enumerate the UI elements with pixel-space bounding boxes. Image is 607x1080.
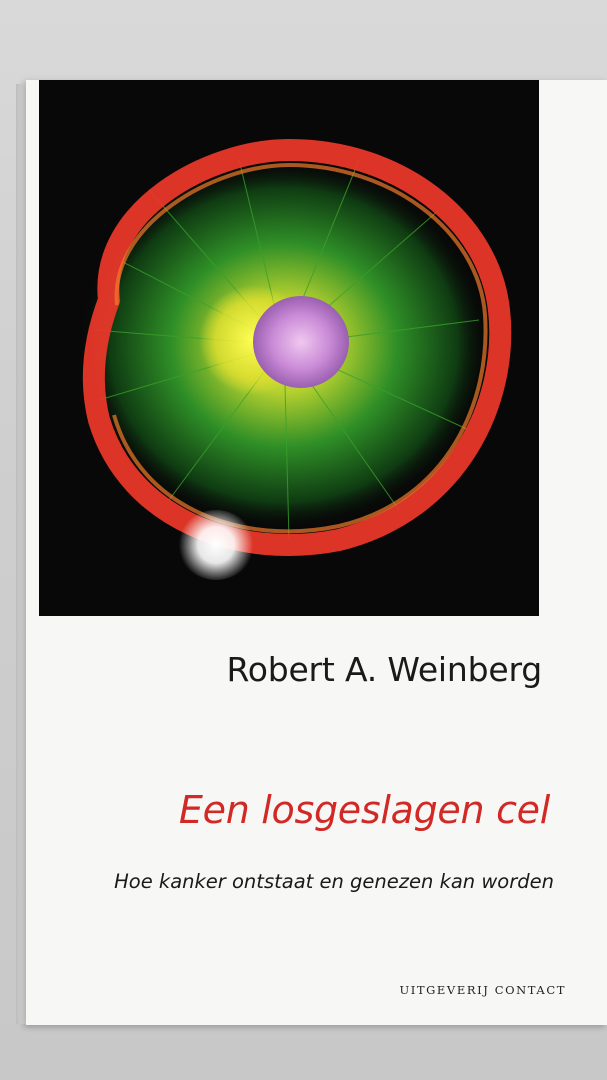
light-glare <box>178 510 254 580</box>
publisher-name: UITGEVERIJ CONTACT <box>399 983 566 997</box>
author-name: Robert A. Weinberg <box>226 650 542 689</box>
cell-micrograph-image <box>39 80 539 616</box>
book-cover: Robert A. Weinberg Een losgeslagen cel H… <box>26 80 607 1025</box>
book-subtitle: Hoe kanker ontstaat en genezen kan worde… <box>114 870 554 893</box>
book-title: Een losgeslagen cel <box>178 788 550 832</box>
nucleus <box>253 296 349 388</box>
cell-illustration <box>39 80 539 616</box>
